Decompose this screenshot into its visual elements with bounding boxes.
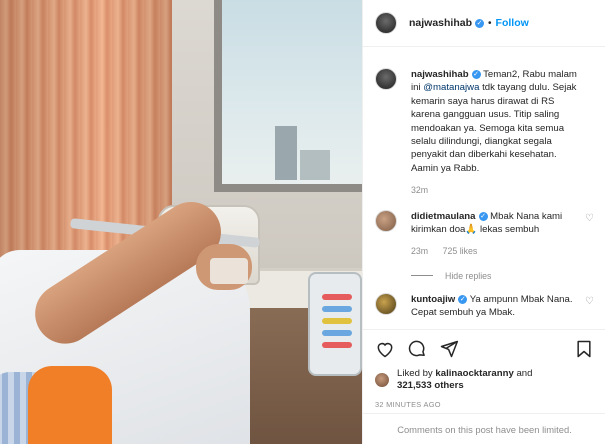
comment: didietmaulana ✓ Mbak Nana kami kirimkan d…: [375, 209, 594, 259]
post-header: najwashihab ✓ • Follow: [363, 0, 605, 47]
iv-tape: [210, 258, 248, 284]
divider: [411, 275, 433, 277]
author-username[interactable]: najwashihab: [409, 17, 472, 29]
verified-icon: ✓: [475, 18, 485, 28]
liked-by[interactable]: Liked by kalinaocktaranny and 321,533 ot…: [375, 368, 594, 392]
comments-list[interactable]: najwashihab ✓ Teman2, Rabu malam ini @mat…: [363, 48, 605, 328]
follow-button[interactable]: Follow: [496, 17, 529, 29]
caption-mention[interactable]: @matanajwa: [423, 82, 479, 93]
liker-avatar: [375, 373, 389, 387]
comment-time: 23m: [411, 246, 429, 257]
comment: kuntoajiw ✓ Ya ampunn Mbak Nana. Cepat se…: [375, 292, 594, 320]
author-avatar[interactable]: [375, 12, 397, 34]
commenter-avatar[interactable]: [375, 292, 397, 315]
verified-icon: ✓: [478, 211, 488, 221]
share-icon[interactable]: [439, 339, 459, 359]
post-timestamp[interactable]: 32 MINUTES AGO: [375, 400, 594, 409]
bed-control-panel: [308, 272, 362, 376]
verified-icon: ✓: [458, 294, 468, 304]
building: [300, 150, 330, 180]
comment-heart-icon[interactable]: ♡: [585, 213, 594, 224]
hide-replies-button[interactable]: Hide replies: [411, 271, 594, 281]
caption-username[interactable]: najwashihab: [411, 69, 469, 80]
caption: najwashihab ✓ Teman2, Rabu malam ini @mat…: [375, 68, 594, 198]
caption-text-2: tdk tayang dulu. Sejak kemarin saya haru…: [411, 82, 577, 174]
caption-time: 32m: [411, 185, 429, 196]
heart-icon[interactable]: [375, 339, 395, 359]
bookmark-icon[interactable]: [574, 339, 594, 359]
verified-icon: ✓: [471, 69, 481, 79]
post-sidebar: najwashihab ✓ • Follow najwashihab ✓ Tema…: [362, 0, 605, 444]
comment-likes[interactable]: 725 likes: [443, 246, 478, 256]
hide-replies-label: Hide replies: [445, 270, 492, 281]
liked-by-middle: and: [513, 368, 533, 379]
likes-count[interactable]: 321,533 others: [397, 380, 464, 391]
liked-by-prefix: Liked by: [397, 368, 436, 379]
action-bar: Liked by kalinaocktaranny and 321,533 ot…: [363, 329, 605, 409]
comment-username[interactable]: kuntoajiw: [411, 294, 455, 305]
comment-heart-icon[interactable]: ♡: [585, 296, 594, 307]
liked-by-user[interactable]: kalinaocktaranny: [435, 368, 513, 379]
author-avatar[interactable]: [375, 68, 397, 90]
comments-limited-notice: Comments on this post have been limited.: [363, 413, 605, 444]
separator-dot: •: [488, 17, 492, 29]
sleeve-trim: [28, 366, 112, 444]
commenter-avatar[interactable]: [375, 209, 397, 232]
comment-icon[interactable]: [407, 339, 427, 359]
comment-username[interactable]: didietmaulana: [411, 211, 476, 222]
post-photo[interactable]: [0, 0, 362, 444]
building: [275, 126, 297, 180]
